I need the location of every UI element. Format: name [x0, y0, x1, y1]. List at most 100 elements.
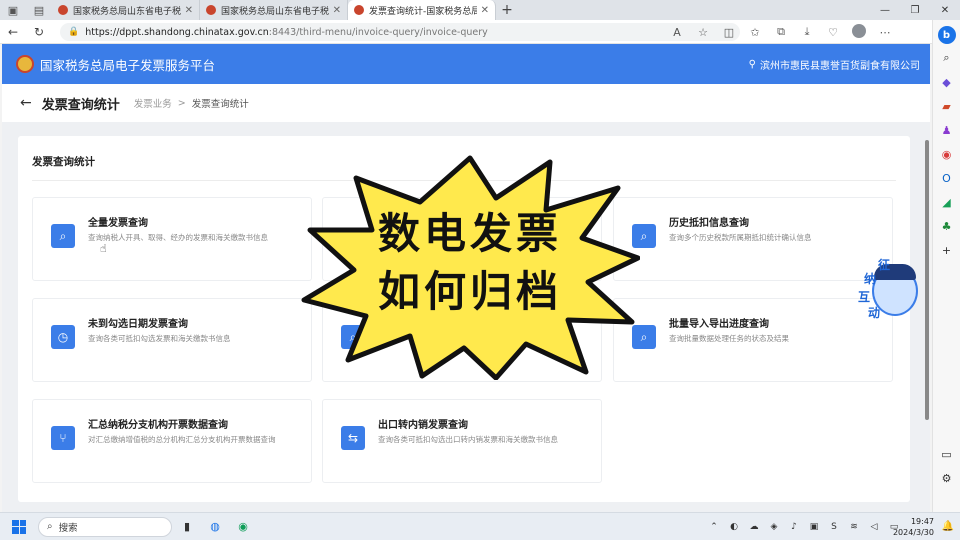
designer-icon[interactable]: ◢ [937, 192, 957, 212]
windows-start-icon[interactable] [12, 519, 26, 534]
collections-icon[interactable]: ⧉ [768, 25, 794, 39]
card-unchecked-date-query[interactable]: ◷ 未到勾选日期发票查询 查询各类可抵扣勾选发票和海关缴款书信息 [32, 298, 312, 382]
add-icon[interactable]: + [937, 240, 957, 260]
card-branch-summary-query[interactable]: ⑂ 汇总纳税分支机构开票数据查询 对汇总缴纳增值税的总分机构汇总分支机构开票数据… [32, 399, 312, 483]
volume-icon[interactable]: ◁ [864, 522, 884, 532]
clock-time: 19:47 [910, 517, 934, 526]
refresh-icon[interactable]: ↻ [26, 20, 52, 44]
company-info[interactable]: ⚲ 滨州市惠民县惠誉百货副食有限公司 [749, 57, 920, 72]
windows-taskbar: ⌕ 搜索 ▮ ◍ ◉ ⌃ ◐ ☁ ◈ ♪ ▣ S ≋ ◁ ▭ 19:47 202… [0, 512, 960, 540]
card-export-domestic-query[interactable]: ⇆ 出口转内销发票查询 查询各类可抵扣勾选出口转内销发票和海关缴款书信息 [322, 399, 602, 483]
card-name: 汇总纳税分支机构开票数据查询 [88, 420, 228, 431]
downloads-icon[interactable]: ⤓ [794, 25, 820, 39]
chevron-up-icon[interactable]: ⌃ [704, 522, 724, 532]
browser-tab-2[interactable]: 国家税务总局山东省电子税务局 ✕ [200, 0, 348, 20]
outlook-icon[interactable]: O [937, 168, 957, 188]
card-desc: 查询纳税人开具、取得、经办的发票和海关缴款书信息 [88, 233, 268, 242]
page-scrollbar[interactable] [924, 130, 930, 510]
address-tools: A ☆ ◫ ✩ ⧉ ⤓ ♡ ⋯ [664, 20, 898, 44]
wifi-icon[interactable]: ≋ [844, 522, 864, 532]
profile-avatar[interactable] [846, 23, 872, 41]
maximize-icon[interactable]: ❐ [900, 0, 930, 20]
tab-title: 国家税务总局山东省电子税务局 [73, 6, 181, 17]
task-view-icon[interactable]: ▮ [174, 516, 200, 538]
shopping-icon[interactable]: ◆ [937, 72, 957, 92]
tax-favicon-icon [58, 5, 68, 15]
search-icon[interactable]: ⌕ [937, 48, 957, 68]
tray-app-icon[interactable]: ☁ [744, 522, 764, 532]
card-batch-progress-query[interactable]: ⌕ 批量导入导出进度查询 查询批量数据处理任务的状态及结果 [613, 298, 893, 382]
card-desc: 查询各类可抵扣勾选发票和海关缴款书信息 [88, 334, 231, 343]
card-name: 历史抵扣信息查询 [669, 218, 749, 229]
tray-app-icon[interactable]: ▣ [804, 522, 824, 532]
workspaces-icon[interactable]: ▣ [0, 0, 26, 20]
back-icon[interactable]: ← [0, 20, 26, 44]
tab-actions-icon[interactable]: ▤ [26, 0, 52, 20]
close-window-icon[interactable]: ✕ [930, 0, 960, 20]
card-name: 未到勾选日期发票查询 [88, 319, 188, 330]
back-arrow-icon[interactable]: ← [20, 95, 32, 111]
browser-tab-3-active[interactable]: 发票查询统计-国家税务总局电子 ✕ [348, 0, 496, 20]
url-field[interactable]: 🔒 https://dppt.shandong.chinatax.gov.cn … [60, 23, 740, 41]
app-icon[interactable]: ◍ [202, 516, 228, 538]
section-title: 发票查询统计 [32, 156, 95, 168]
card-desc: 查询各类可抵扣勾选出口转内销发票和海关缴款书信息 [378, 435, 558, 444]
browser-essentials-icon[interactable]: ♡ [820, 26, 846, 39]
tax-favicon-icon [354, 5, 364, 15]
close-tab-icon[interactable]: ✕ [333, 5, 341, 16]
new-tab-button[interactable]: + [496, 2, 518, 18]
favorites-icon[interactable]: ✩ [742, 26, 768, 39]
national-emblem-icon [16, 55, 34, 73]
lock-icon: 🔒 [68, 27, 80, 37]
tray-app-icon[interactable]: ◐ [724, 522, 744, 532]
tax-favicon-icon [206, 5, 216, 15]
mascot-char-2: 纳 [864, 272, 877, 286]
read-aloud-icon[interactable]: A [664, 26, 690, 39]
taskbar-search[interactable]: ⌕ 搜索 [38, 516, 172, 537]
games-icon[interactable]: ♟ [937, 120, 957, 140]
tray-app-icon[interactable]: S [824, 522, 844, 532]
tab-title: 国家税务总局山东省电子税务局 [221, 6, 329, 17]
card-name: 出口转内销发票查询 [378, 420, 468, 431]
split-screen-icon[interactable]: ◫ [716, 26, 742, 39]
tray-app-icon[interactable]: ◈ [764, 522, 784, 532]
notification-bell-icon[interactable]: 🔔 [942, 521, 954, 532]
card-full-invoice-query[interactable]: ⌕ 全量发票查询 查询纳税人开具、取得、经办的发票和海关缴款书信息 ☝ [32, 197, 312, 281]
tree-icon[interactable]: ♣ [937, 216, 957, 236]
app-title: 国家税务总局电子发票服务平台 [40, 57, 216, 73]
app-header: 国家税务总局电子发票服务平台 ⚲ 滨州市惠民县惠誉百货副食有限公司 [2, 44, 930, 84]
screen-icon[interactable]: ▭ [937, 444, 957, 464]
more-options-icon[interactable]: ⋯ [872, 26, 898, 39]
microsoft365-icon[interactable]: ◉ [937, 144, 957, 164]
scrollbar-thumb[interactable] [925, 140, 929, 420]
card-desc: 查询批量数据处理任务的状态及结果 [669, 334, 789, 343]
clock-date: 2024/3/30 [892, 528, 934, 537]
mouse-cursor-icon: ☝ [100, 242, 107, 255]
favorite-star-icon[interactable]: ☆ [690, 26, 716, 39]
browser-tab-1[interactable]: 国家税务总局山东省电子税务局 ✕ [52, 0, 200, 20]
breadcrumb-parent[interactable]: 发票业务 [134, 96, 172, 110]
copilot-icon[interactable]: b [937, 26, 956, 44]
system-tray: ⌃ ◐ ☁ ◈ ♪ ▣ S ≋ ◁ ▭ [704, 513, 904, 540]
edge-browser-icon[interactable]: ◉ [230, 516, 256, 538]
settings-gear-icon[interactable]: ⚙ [937, 468, 957, 488]
card-desc: 查询多个历史税款所属期抵扣统计确认信息 [669, 233, 812, 242]
card-name: 全量发票查询 [88, 218, 148, 229]
company-name: 滨州市惠民县惠誉百货副食有限公司 [760, 60, 920, 72]
overlay-line-1: 数电发票 [377, 209, 562, 258]
invoice-search-icon: ⌕ [51, 224, 75, 248]
card-history-deduction-query[interactable]: ⌕ 历史抵扣信息查询 查询多个历史税款所属期抵扣统计确认信息 [613, 197, 893, 281]
microphone-icon[interactable]: ♪ [784, 522, 804, 532]
calendar-clock-icon: ◷ [51, 325, 75, 349]
system-clock[interactable]: 19:47 2024/3/30 [893, 516, 934, 538]
window-controls: — ❐ ✕ [870, 0, 960, 20]
overlay-line-2: 如何归档 [377, 267, 562, 316]
mascot-widget[interactable]: 征 纳 互 动 [856, 258, 924, 322]
mascot-char-1: 征 [878, 258, 891, 272]
close-tab-icon[interactable]: ✕ [185, 5, 193, 16]
overlay-caption: 数电发票 如何归档 [340, 205, 600, 321]
edge-sidebar: b ⌕ ◆ ▰ ♟ ◉ O ◢ ♣ + ▭ ⚙ [932, 20, 960, 512]
close-tab-icon[interactable]: ✕ [481, 5, 489, 16]
minimize-icon[interactable]: — [870, 0, 900, 20]
tools-icon[interactable]: ▰ [937, 96, 957, 116]
